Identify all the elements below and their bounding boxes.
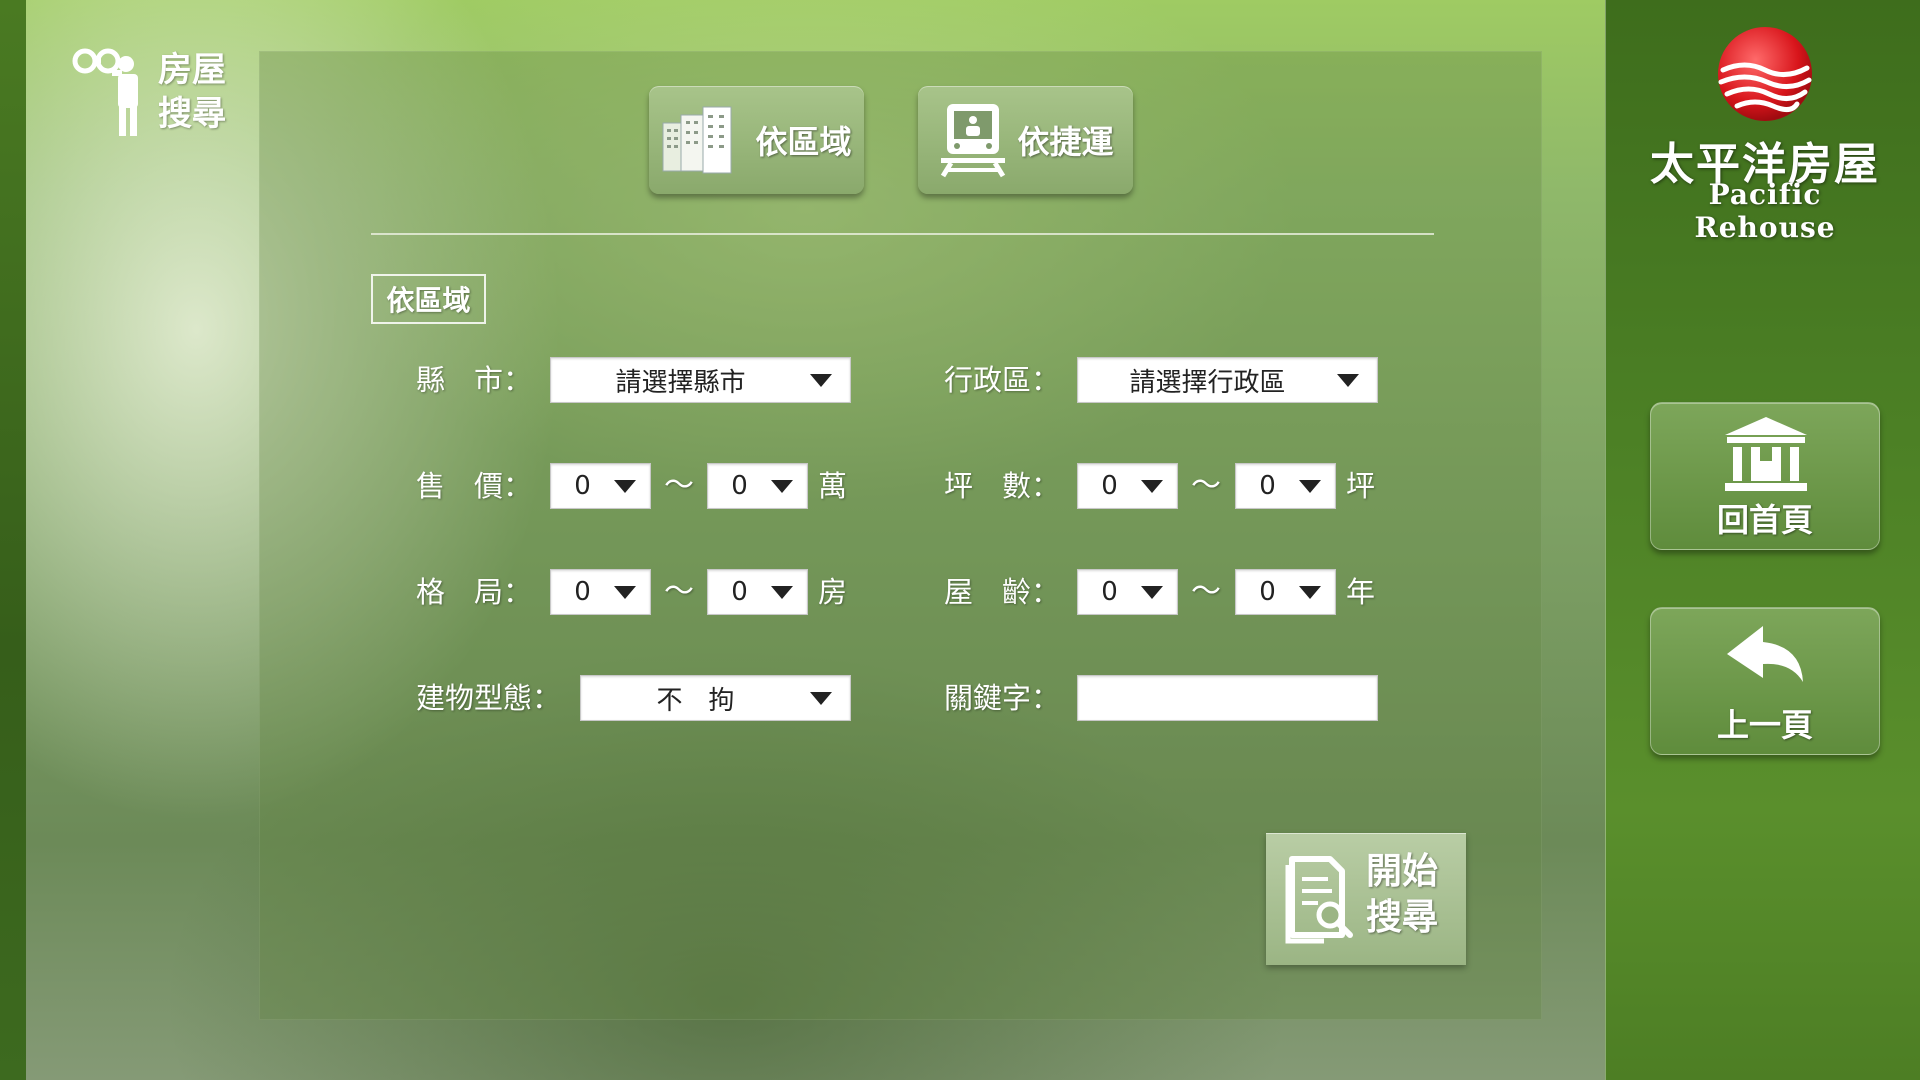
price-range-separator: ～: [664, 468, 694, 503]
age-min-select[interactable]: 0: [1077, 569, 1178, 615]
district-label: 行政區：: [944, 363, 1061, 397]
bank-building-icon: [1725, 417, 1807, 491]
chevron-down-icon: [614, 585, 636, 599]
area-max-select[interactable]: 0: [1235, 463, 1336, 509]
binoculars-person-icon: [72, 48, 138, 136]
chevron-down-icon: [1141, 585, 1163, 599]
mode-by-area-label: 依區域: [755, 123, 852, 161]
layout-label: 格 局：: [416, 575, 533, 609]
chevron-down-icon: [1337, 373, 1359, 387]
section-title: 依區域: [371, 274, 486, 324]
area-range-separator: ～: [1191, 468, 1221, 503]
layout-min-select[interactable]: 0: [550, 569, 651, 615]
start-search-button[interactable]: 開始 搜尋: [1266, 833, 1466, 965]
area-min-value: 0: [1101, 471, 1118, 501]
keyword-label: 關鍵字：: [944, 681, 1061, 715]
age-max-select[interactable]: 0: [1235, 569, 1336, 615]
chevron-down-icon: [771, 585, 793, 599]
mode-by-mrt-button[interactable]: 依捷運: [918, 86, 1133, 194]
layout-range-separator: ～: [664, 574, 694, 609]
chevron-down-icon: [810, 691, 832, 705]
building-type-value: 不 拘: [656, 685, 735, 716]
city-select-value: 請選擇縣市: [615, 367, 746, 398]
keyword-input[interactable]: [1077, 675, 1378, 721]
area-max-value: 0: [1259, 471, 1276, 501]
area-unit: 坪: [1346, 469, 1376, 503]
district-select[interactable]: 請選擇行政區: [1077, 357, 1378, 403]
city-label: 縣 市：: [416, 363, 533, 397]
mode-by-area-button[interactable]: 依區域: [649, 86, 864, 194]
page-title-line1: 房屋: [158, 50, 226, 90]
chevron-down-icon: [614, 479, 636, 493]
age-range-separator: ～: [1191, 574, 1221, 609]
age-max-value: 0: [1259, 577, 1276, 607]
price-min-value: 0: [574, 471, 591, 501]
area-label: 坪 數：: [944, 469, 1061, 503]
globe-logo-icon: [1718, 27, 1812, 121]
page-title-line2: 搜尋: [158, 94, 226, 134]
price-max-select[interactable]: 0: [707, 463, 808, 509]
chevron-down-icon: [771, 479, 793, 493]
back-arrow-icon: [1727, 626, 1803, 682]
start-search-label-line1: 開始: [1366, 851, 1439, 892]
area-min-select[interactable]: 0: [1077, 463, 1178, 509]
age-min-value: 0: [1101, 577, 1118, 607]
building-type-select[interactable]: 不 拘: [580, 675, 851, 721]
layout-unit: 房: [818, 575, 848, 609]
price-unit: 萬: [818, 469, 848, 503]
chevron-down-icon: [1141, 479, 1163, 493]
price-label: 售 價：: [416, 469, 533, 503]
back-button[interactable]: 上一頁: [1650, 607, 1880, 755]
mode-by-mrt-label: 依捷運: [1017, 123, 1114, 161]
page-label: 房屋 搜尋: [72, 46, 252, 146]
building-type-label: 建物型態：: [416, 681, 562, 715]
city-select[interactable]: 請選擇縣市: [550, 357, 851, 403]
back-label: 上一頁: [1716, 706, 1813, 744]
home-label: 回首頁: [1716, 501, 1813, 539]
left-frame: [0, 0, 26, 1080]
age-unit: 年: [1346, 575, 1376, 609]
start-search-label-line2: 搜尋: [1366, 897, 1439, 938]
brand-name-en: Pacific Rehouse: [1694, 178, 1836, 244]
document-search-icon: [1285, 856, 1353, 944]
chevron-down-icon: [1299, 585, 1321, 599]
price-min-select[interactable]: 0: [550, 463, 651, 509]
age-label: 屋 齡：: [944, 575, 1061, 609]
layout-min-value: 0: [574, 577, 591, 607]
chevron-down-icon: [1299, 479, 1321, 493]
page-title: 房屋 搜尋: [158, 48, 248, 136]
layout-max-select[interactable]: 0: [707, 569, 808, 615]
layout-max-value: 0: [731, 577, 748, 607]
district-select-value: 請選擇行政區: [1129, 367, 1286, 398]
start-search-label: 開始 搜尋: [1366, 849, 1456, 941]
chevron-down-icon: [810, 373, 832, 387]
brand-logo: 太平洋房屋 Pacific Rehouse: [1635, 24, 1895, 244]
section-divider: [371, 233, 1434, 235]
buildings-icon: [662, 106, 732, 174]
train-icon: [941, 104, 1006, 178]
price-max-value: 0: [731, 471, 748, 501]
home-button[interactable]: 回首頁: [1650, 402, 1880, 550]
